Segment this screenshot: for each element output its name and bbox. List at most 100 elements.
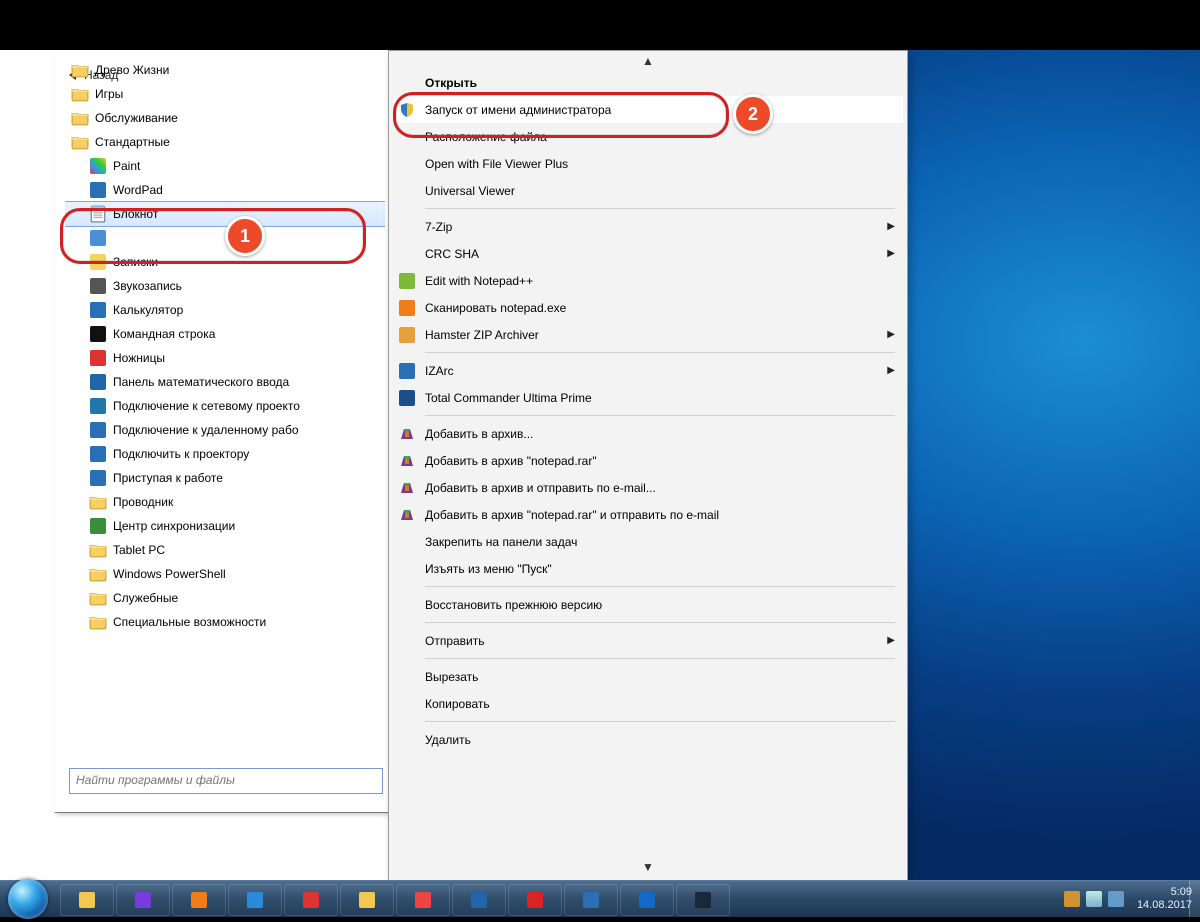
program-item-специальные-возможности[interactable]: Специальные возможности	[65, 610, 385, 634]
program-item-проводник[interactable]: Проводник	[65, 490, 385, 514]
context-item-label: CRC SHA	[425, 247, 879, 261]
program-item-label: Панель математического ввода	[113, 370, 289, 394]
program-item-служебные[interactable]: Служебные	[65, 586, 385, 610]
program-item-ножницы[interactable]: Ножницы	[65, 346, 385, 370]
taskbar-button-ie[interactable]	[228, 884, 282, 916]
context-item-добавить-в-архив-notepad-rar-и-отправить[interactable]: Добавить в архив "notepad.rar" и отправи…	[393, 501, 903, 528]
taskbar-button-steam[interactable]	[676, 884, 730, 916]
context-separator	[425, 721, 895, 722]
context-item-label: Закрепить на панели задач	[425, 535, 895, 549]
start-orb[interactable]	[8, 879, 48, 919]
winrar-icon	[397, 478, 417, 498]
tray-flag-icon[interactable]	[1064, 891, 1080, 907]
program-item-приступая-к-работе[interactable]: Приступая к работе	[65, 466, 385, 490]
tray-volume-icon[interactable]	[1108, 891, 1124, 907]
program-item-windows-powershell[interactable]: Windows PowerShell	[65, 562, 385, 586]
submenu-arrow-icon: ▶	[887, 221, 895, 232]
program-item-label: Ножницы	[113, 346, 165, 370]
context-item-label: Вырезать	[425, 670, 895, 684]
taskbar-time: 5:09	[1137, 886, 1192, 899]
context-item-вырезать[interactable]: Вырезать	[393, 663, 903, 690]
taskbar-button-skitch[interactable]	[284, 884, 338, 916]
context-item-universal-viewer[interactable]: Universal Viewer	[393, 177, 903, 204]
context-item-запуск-от-имени-администратора[interactable]: Запуск от имени администратора	[393, 96, 903, 123]
show-desktop-button[interactable]	[1189, 881, 1200, 917]
program-item-подключение-к-удаленному-рабо[interactable]: Подключение к удаленному рабо	[65, 418, 385, 442]
context-item-total-commander-ultima-prime[interactable]: Total Commander Ultima Prime	[393, 384, 903, 411]
program-item-звукозапись[interactable]: Звукозапись	[65, 274, 385, 298]
context-item-izarc[interactable]: IZArc▶	[393, 357, 903, 384]
program-item-игры[interactable]: Игры	[65, 82, 385, 106]
program-item-label: Подключение к удаленному рабо	[113, 418, 299, 442]
program-item-label: Калькулятор	[113, 298, 183, 322]
context-item-удалить[interactable]: Удалить	[393, 726, 903, 753]
context-item-добавить-в-архив-notepad-rar-[interactable]: Добавить в архив "notepad.rar"	[393, 447, 903, 474]
program-item-paint[interactable]: Paint	[65, 154, 385, 178]
context-item-label: Отправить	[425, 634, 879, 648]
program-item-обслуживание[interactable]: Обслуживание	[65, 106, 385, 130]
program-item-древо-жизни[interactable]: Древо Жизни	[65, 58, 385, 82]
program-item-label: Служебные	[113, 586, 178, 610]
context-item-восстановить-прежнюю-версию[interactable]: Восстановить прежнюю версию	[393, 591, 903, 618]
program-item-label: Звукозапись	[113, 274, 182, 298]
letterbox-top	[0, 0, 1200, 50]
program-item-центр-синхронизации[interactable]: Центр синхронизации	[65, 514, 385, 538]
context-item-label: Сканировать notepad.exe	[425, 301, 895, 315]
teamviewer-icon	[639, 892, 655, 908]
folder-icon	[359, 892, 375, 908]
program-item-label: Обслуживание	[95, 106, 178, 130]
search-input[interactable]	[70, 769, 394, 791]
context-item-копировать[interactable]: Копировать	[393, 690, 903, 717]
photos-icon	[583, 892, 599, 908]
wordpad-icon	[89, 181, 107, 199]
taskbar-button-explorer[interactable]	[60, 884, 114, 916]
submenu-arrow-icon: ▶	[887, 365, 895, 376]
mathinput-icon	[89, 373, 107, 391]
annotation-badge-1: 1	[225, 216, 265, 256]
taskbar-clock[interactable]: 5:09 14.08.2017	[1137, 886, 1192, 912]
program-item-записки[interactable]: Записки	[65, 250, 385, 274]
context-item-open-with-file-viewer-plus[interactable]: Open with File Viewer Plus	[393, 150, 903, 177]
folder-icon	[71, 109, 89, 127]
program-item-label: Блокнот	[113, 202, 158, 226]
taskbar-button-yandex[interactable]	[508, 884, 562, 916]
program-item-блокнот[interactable]: Блокнот	[65, 201, 385, 227]
context-menu-items: Открыть Запуск от имени администратора Ра…	[393, 55, 903, 753]
taskbar-button-wmp-purple[interactable]	[116, 884, 170, 916]
context-item-edit-with-notepad-[interactable]: Edit with Notepad++	[393, 267, 903, 294]
context-item-добавить-в-архив-[interactable]: Добавить в архив...	[393, 420, 903, 447]
program-item-калькулятор[interactable]: Калькулятор	[65, 298, 385, 322]
taskbar-button-teamviewer[interactable]	[620, 884, 674, 916]
taskbar-button-wmp-orange[interactable]	[172, 884, 226, 916]
context-item-crc-sha[interactable]: CRC SHA▶	[393, 240, 903, 267]
context-separator	[425, 658, 895, 659]
context-item-отправить[interactable]: Отправить▶	[393, 627, 903, 654]
context-item-изъять-из-меню-пуск-[interactable]: Изъять из меню "Пуск"	[393, 555, 903, 582]
taskbar-button-photos[interactable]	[564, 884, 618, 916]
program-item-стандартные[interactable]: Стандартные	[65, 130, 385, 154]
program-item-панель-математического-ввода[interactable]: Панель математического ввода	[65, 370, 385, 394]
taskbar-button-folder[interactable]	[340, 884, 394, 916]
context-item-open[interactable]: Открыть	[393, 69, 903, 96]
context-item-label: Расположение файла	[425, 130, 895, 144]
taskbar-button-chrome[interactable]	[396, 884, 450, 916]
program-item-подключение-к-сетевому-проекто[interactable]: Подключение к сетевому проекто	[65, 394, 385, 418]
program-item-label: Подключить к проектору	[113, 442, 249, 466]
tray-network-icon[interactable]	[1086, 891, 1102, 907]
context-item-7-zip[interactable]: 7-Zip▶	[393, 213, 903, 240]
context-item-label: Universal Viewer	[425, 184, 895, 198]
program-item-tablet-pc[interactable]: Tablet PC	[65, 538, 385, 562]
context-item-label: Edit with Notepad++	[425, 274, 895, 288]
context-item-hamster-zip-archiver[interactable]: Hamster ZIP Archiver▶	[393, 321, 903, 348]
context-item-добавить-в-архив-и-отправить-по-e-mail-[interactable]: Добавить в архив и отправить по e-mail..…	[393, 474, 903, 501]
program-item-label: Tablet PC	[113, 538, 165, 562]
program-item-командная-строка[interactable]: Командная строка	[65, 322, 385, 346]
program-item-подключить-к-проектору[interactable]: Подключить к проектору	[65, 442, 385, 466]
context-scroll-down[interactable]: ▼	[389, 857, 907, 877]
start-menu-search[interactable]	[69, 768, 383, 794]
context-item-закрепить-на-панели-задач[interactable]: Закрепить на панели задач	[393, 528, 903, 555]
context-item-сканировать-notepad-exe[interactable]: Сканировать notepad.exe	[393, 294, 903, 321]
context-item-расположение-файла[interactable]: Расположение файла	[393, 123, 903, 150]
program-item-wordpad[interactable]: WordPad	[65, 178, 385, 202]
taskbar-button-browser[interactable]	[452, 884, 506, 916]
